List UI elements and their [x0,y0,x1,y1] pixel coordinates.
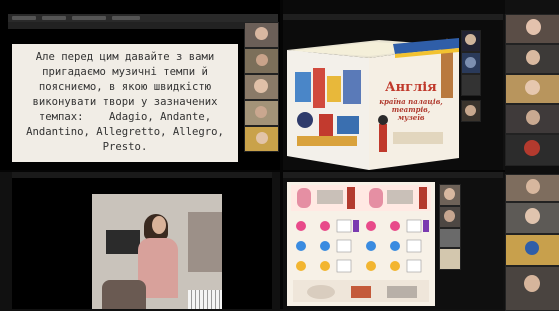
person-face [152,216,166,234]
window-title-bar [12,172,272,178]
shared-screen-bottom-right[interactable] [283,172,503,309]
shared-screen-top-right[interactable]: Англія країна палаців, театрів, музеїв [283,14,503,170]
participant-video[interactable] [439,184,461,206]
participant-video[interactable] [505,14,559,44]
participant-video[interactable] [244,126,279,152]
camera-video-teacher [92,194,222,309]
participant-video[interactable] [505,44,559,74]
grid-divider-vertical [280,0,283,309]
header-figure [347,187,355,209]
header-figure [419,187,427,209]
screen-header-bar [283,14,503,20]
piano-keys [188,290,222,309]
presentation-slide: Але перед цим давайте з вами пригадаємо … [12,44,238,162]
worksheet-grid[interactable] [291,214,431,304]
shared-screen-bottom-left[interactable] [12,172,272,309]
grid-divider-horizontal [0,170,505,172]
browser-tab-bar [8,14,278,22]
participant-video[interactable] [439,206,461,228]
shared-screen-top-left[interactable]: Але перед цим давайте з вами пригадаємо … [0,0,280,170]
header-box [317,190,343,204]
video-left-bar [12,194,92,309]
participant-video[interactable] [461,30,481,52]
participant-video[interactable] [505,74,559,104]
participant-video[interactable] [439,248,461,270]
worksheet-page [287,182,435,306]
participant-video[interactable] [461,100,481,122]
participant-video[interactable] [244,22,279,48]
browser-tab[interactable] [72,16,106,20]
chair [102,280,146,309]
tv-screen [106,230,140,254]
participant-video[interactable] [461,52,481,74]
browser-tab[interactable] [12,16,36,20]
participant-video[interactable] [505,266,559,311]
top-margin-bar [283,0,505,14]
participant-video[interactable] [244,48,279,74]
participant-video[interactable] [461,74,481,96]
participant-video[interactable] [505,134,559,166]
slide-text: Але перед цим давайте з вами пригадаємо … [26,51,231,153]
participant-video[interactable] [505,174,559,202]
browser-address-bar[interactable] [8,22,278,29]
participant-video[interactable] [244,74,279,100]
wall-shelf [188,212,222,272]
participant-video[interactable] [505,104,559,134]
window-title-bar [283,172,503,178]
participant-video[interactable] [244,100,279,126]
participant-video[interactable] [439,228,461,248]
cube-subtitle: країна палаців, театрів, музеїв [379,97,443,122]
cube-title: Англія [385,80,437,95]
cartoon-girl [297,188,311,208]
cartoon-girl [369,188,383,208]
participant-gallery [505,14,559,311]
header-box [387,190,413,204]
participant-video[interactable] [505,234,559,266]
browser-tab[interactable] [42,16,66,20]
browser-tab[interactable] [112,16,140,20]
video-right-bar [222,194,272,309]
participant-video[interactable] [505,202,559,234]
